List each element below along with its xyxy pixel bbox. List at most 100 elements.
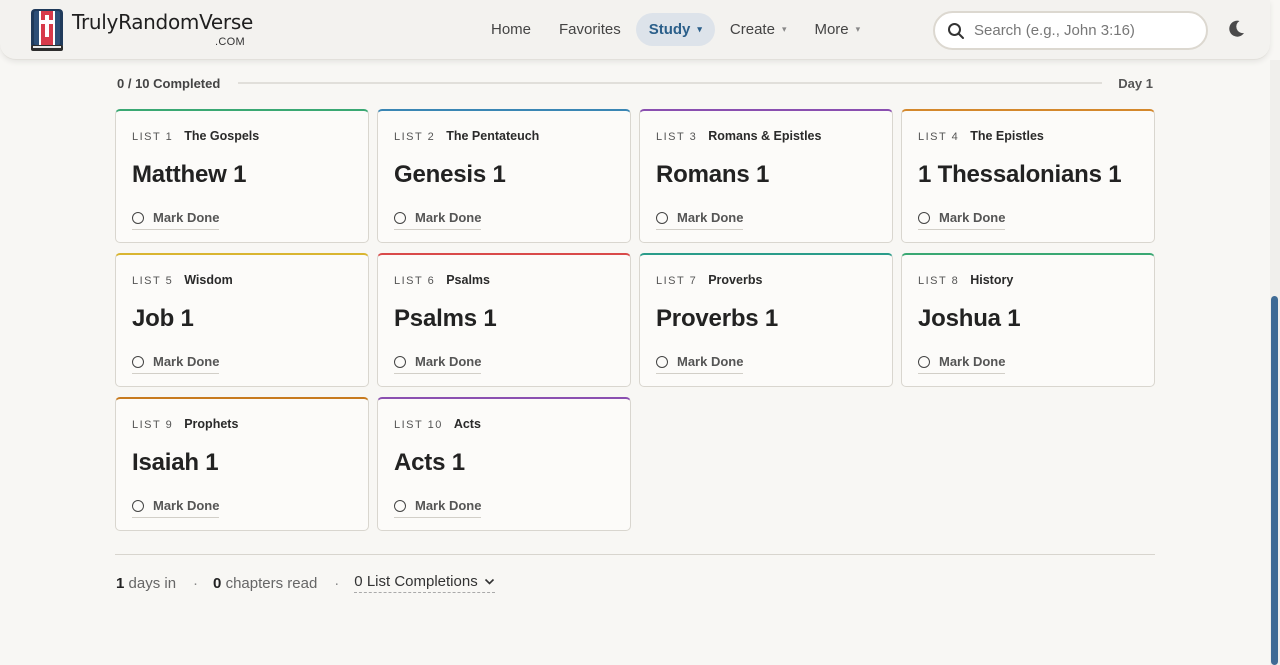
circle-icon (394, 499, 406, 512)
list-name: Acts (453, 417, 481, 431)
chapter-title[interactable]: Genesis 1 (394, 161, 506, 189)
mark-done-button[interactable]: Mark Done (394, 498, 482, 518)
mark-done-label: Mark Done (415, 498, 482, 513)
progress-row: 0 / 10 Completed Day 1 (117, 74, 1153, 92)
chapter-title[interactable]: Psalms 1 (394, 305, 497, 333)
chapter-title[interactable]: 1 Thessalonians 1 (918, 161, 1122, 189)
day-label: Day 1 (1118, 75, 1153, 91)
list-name: History (970, 273, 1014, 287)
brand-name: TrulyRandomVerse (72, 10, 253, 34)
mark-done-button[interactable]: Mark Done (394, 210, 482, 230)
circle-icon (132, 355, 144, 368)
moon-icon[interactable] (1225, 18, 1247, 40)
list-name: Psalms (446, 273, 490, 287)
search-input[interactable] (974, 22, 1194, 39)
search-icon (948, 22, 964, 39)
mark-done-button[interactable]: Mark Done (918, 210, 1006, 230)
nav-study[interactable]: Study ▾ (635, 13, 715, 46)
circle-icon (656, 211, 668, 224)
progress-bar (238, 82, 1103, 84)
nav-create[interactable]: Create ▾ (717, 13, 800, 46)
chapter-title[interactable]: Acts 1 (394, 449, 465, 477)
circle-icon (132, 211, 144, 224)
search-box[interactable] (933, 11, 1208, 50)
list-number: LIST 4 (918, 131, 960, 143)
main-nav: Home Favorites Study ▾ Create ▾ More ▾ (478, 13, 875, 46)
reading-lists-grid: LIST 1 The Gospels Matthew 1 Mark Done L… (115, 109, 1155, 531)
mark-done-button[interactable]: Mark Done (132, 210, 220, 230)
site-logo[interactable]: TrulyRandomVerse .COM (30, 8, 253, 52)
list-name: Proverbs (708, 273, 763, 287)
circle-icon (394, 355, 406, 368)
chapter-title[interactable]: Job 1 (132, 305, 194, 333)
chapter-title[interactable]: Proverbs 1 (656, 305, 778, 333)
mark-done-label: Mark Done (153, 354, 220, 369)
list-card-2: LIST 2 The Pentateuch Genesis 1 Mark Don… (377, 109, 631, 243)
scrollbar-thumb[interactable] (1271, 296, 1278, 665)
mark-done-button[interactable]: Mark Done (656, 354, 744, 374)
list-number: LIST 5 (132, 275, 174, 287)
mark-done-button[interactable]: Mark Done (132, 498, 220, 518)
chapter-title[interactable]: Romans 1 (656, 161, 769, 189)
list-number: LIST 1 (132, 131, 174, 143)
list-card-8: LIST 8 History Joshua 1 Mark Done (901, 253, 1155, 387)
separator: · (193, 574, 199, 592)
circle-icon (656, 355, 668, 368)
stats-row: 1 days in · 0 chapters read · 0 List Com… (116, 573, 495, 593)
list-card-9: LIST 9 Prophets Isaiah 1 Mark Done (115, 397, 369, 531)
list-name: The Epistles (970, 129, 1044, 143)
list-name: Prophets (184, 417, 239, 431)
chevron-down-icon: ▾ (697, 24, 702, 34)
nav-favorites[interactable]: Favorites (546, 13, 634, 46)
list-number: LIST 9 (132, 419, 174, 431)
chevron-down-icon: ▾ (781, 24, 787, 34)
mark-done-label: Mark Done (677, 210, 744, 225)
mark-done-label: Mark Done (677, 354, 744, 369)
days-stat: 1 days in (116, 574, 177, 592)
nav-home[interactable]: Home (478, 13, 544, 46)
list-number: LIST 2 (394, 131, 436, 143)
divider (115, 554, 1155, 555)
list-name: Wisdom (184, 273, 233, 287)
mark-done-label: Mark Done (153, 498, 220, 513)
mark-done-label: Mark Done (415, 210, 482, 225)
chapters-stat: 0 chapters read (213, 574, 318, 592)
completed-count: 0 / 10 Completed (117, 75, 221, 91)
list-number: LIST 6 (394, 275, 436, 287)
bible-logo-icon (31, 9, 63, 51)
mark-done-label: Mark Done (415, 354, 482, 369)
list-number: LIST 7 (656, 275, 698, 287)
list-card-6: LIST 6 Psalms Psalms 1 Mark Done (377, 253, 631, 387)
chapter-title[interactable]: Matthew 1 (132, 161, 246, 189)
list-name: The Pentateuch (446, 129, 540, 143)
chevron-down-icon: ▾ (855, 24, 861, 34)
mark-done-label: Mark Done (939, 354, 1006, 369)
top-header: TrulyRandomVerse .COM Home Favorites Stu… (0, 0, 1270, 60)
list-number: LIST 8 (918, 275, 960, 287)
list-card-3: LIST 3 Romans & Epistles Romans 1 Mark D… (639, 109, 893, 243)
mark-done-label: Mark Done (153, 210, 220, 225)
mark-done-button[interactable]: Mark Done (656, 210, 744, 230)
mark-done-label: Mark Done (939, 210, 1006, 225)
mark-done-button[interactable]: Mark Done (918, 354, 1006, 374)
list-completions-dropdown[interactable]: 0 List Completions (354, 573, 495, 593)
list-name: The Gospels (184, 129, 260, 143)
nav-more[interactable]: More ▾ (801, 13, 873, 46)
separator: · (334, 574, 340, 592)
circle-icon (132, 499, 144, 512)
circle-icon (394, 211, 406, 224)
circle-icon (918, 211, 930, 224)
list-card-4: LIST 4 The Epistles 1 Thessalonians 1 Ma… (901, 109, 1155, 243)
brand-tld: .COM (215, 36, 245, 48)
list-name: Romans & Epistles (708, 129, 822, 143)
chapter-title[interactable]: Joshua 1 (918, 305, 1021, 333)
mark-done-button[interactable]: Mark Done (132, 354, 220, 374)
list-card-1: LIST 1 The Gospels Matthew 1 Mark Done (115, 109, 369, 243)
list-card-10: LIST 10 Acts Acts 1 Mark Done (377, 397, 631, 531)
mark-done-button[interactable]: Mark Done (394, 354, 482, 374)
list-card-7: LIST 7 Proverbs Proverbs 1 Mark Done (639, 253, 893, 387)
list-number: LIST 3 (656, 131, 698, 143)
circle-icon (918, 355, 930, 368)
chapter-title[interactable]: Isaiah 1 (132, 449, 219, 477)
chevron-down-icon (484, 578, 494, 585)
